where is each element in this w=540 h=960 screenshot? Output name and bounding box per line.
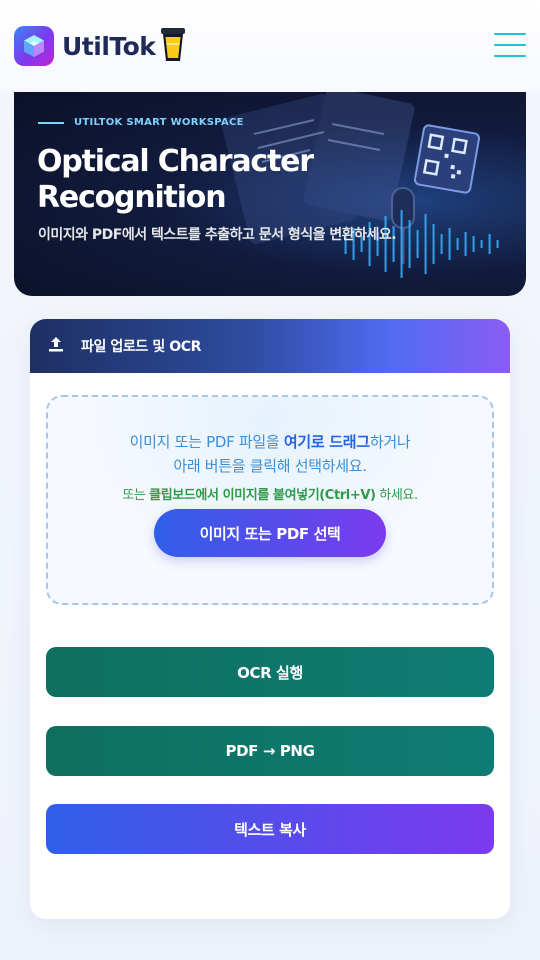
clipboard-hint-suffix: 하세요.: [375, 488, 418, 503]
dropzone-line1-prefix: 이미지 또는 PDF 파일을: [129, 433, 284, 451]
card-header: 파일 업로드 및 OCR: [30, 319, 510, 373]
card-title: 파일 업로드 및 OCR: [81, 339, 202, 355]
upload-card: 파일 업로드 및 OCR 이미지 또는 PDF 파일을 여기로 드래그하거나 아…: [30, 319, 510, 919]
dropzone-instruction: 이미지 또는 PDF 파일을 여기로 드래그하거나: [48, 430, 492, 454]
brand-name[interactable]: UtilTok: [62, 32, 156, 61]
clipboard-hint-prefix: 또는: [122, 488, 150, 503]
clipboard-hint-bold: 클립보드에서 이미지를 붙여넣기(Ctrl+V): [149, 488, 376, 503]
page-title: Optical Character Recognition: [37, 144, 314, 215]
app-header: UtilTok: [0, 0, 540, 92]
pdf-to-png-button[interactable]: PDF → PNG: [46, 726, 494, 776]
file-dropzone[interactable]: 이미지 또는 PDF 파일을 여기로 드래그하거나 아래 버튼을 클릭해 선택하…: [46, 395, 494, 605]
select-file-button[interactable]: 이미지 또는 PDF 선택: [154, 509, 386, 557]
run-ocr-button[interactable]: OCR 실행: [46, 647, 494, 697]
eyebrow-line: [38, 121, 64, 124]
dropzone-instruction-2: 아래 버튼을 클릭해 선택하세요.: [173, 457, 367, 475]
copy-text-button[interactable]: 텍스트 복사: [46, 804, 494, 854]
dropzone-line1-suffix: 하거나: [369, 433, 411, 451]
dropzone-line1-bold: 여기로 드래그: [283, 433, 370, 451]
cup-icon: [159, 25, 187, 67]
hamburger-menu-icon[interactable]: [494, 33, 526, 57]
clipboard-hint: 또는 클립보드에서 이미지를 붙여넣기(Ctrl+V) 하세요.: [48, 486, 492, 506]
hero-banner: UTILTOK SMART WORKSPACE Optical Characte…: [14, 84, 526, 296]
eyebrow-text: UTILTOK SMART WORKSPACE: [74, 117, 244, 128]
page-subtitle: 이미지와 PDF에서 텍스트를 추출하고 문서 형식을 변환하세요.: [38, 227, 397, 243]
hero-eyebrow: UTILTOK SMART WORKSPACE: [38, 117, 244, 128]
upload-icon: [47, 335, 65, 357]
cube-logo-icon[interactable]: [14, 26, 54, 66]
